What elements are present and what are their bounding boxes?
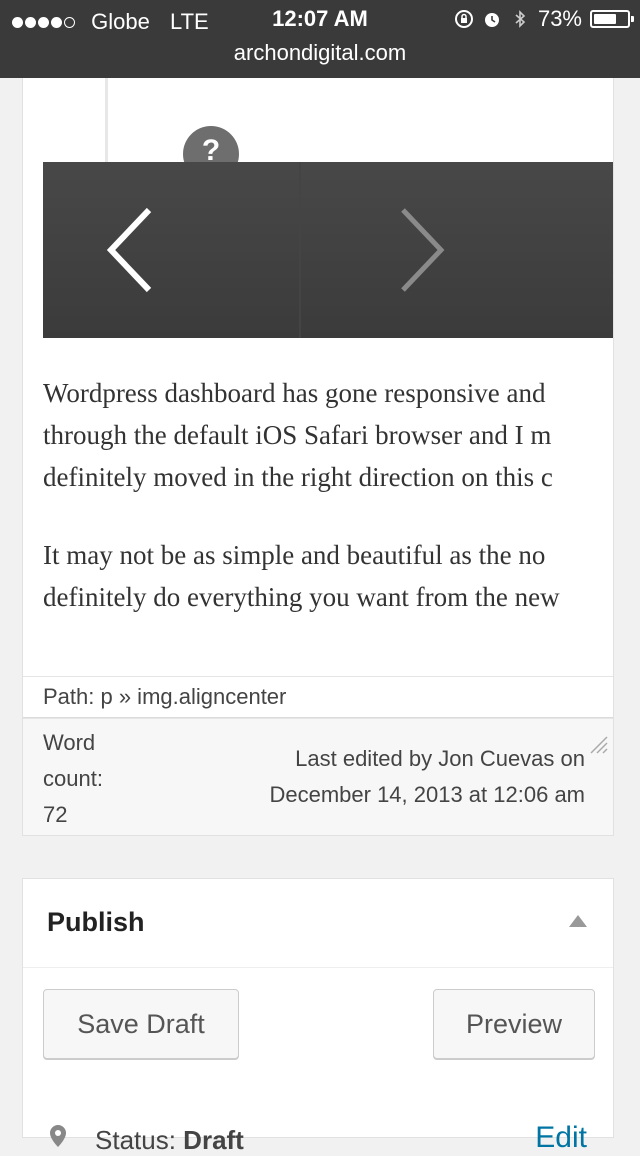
battery-percent: 73% bbox=[537, 6, 582, 31]
text-line: through the default iOS Safari browser a… bbox=[43, 420, 552, 450]
gallery-preview: ? bbox=[43, 78, 613, 182]
rotation-lock-icon bbox=[454, 10, 473, 28]
status-value: Draft bbox=[183, 1125, 244, 1155]
image-slider bbox=[43, 162, 613, 338]
divider bbox=[105, 78, 108, 162]
last-edited-date: December 14, 2013 at 12:06 am bbox=[269, 782, 585, 807]
status-icons: 73% bbox=[454, 6, 634, 32]
text-line: definitely do everything you want from t… bbox=[43, 582, 560, 612]
text-line: Wordpress dashboard has gone responsive … bbox=[43, 378, 546, 408]
chevron-right-icon[interactable] bbox=[389, 202, 449, 298]
chevron-left-icon[interactable] bbox=[103, 202, 163, 298]
pin-icon bbox=[50, 1125, 66, 1147]
publish-title: Publish bbox=[47, 907, 145, 937]
post-status-info: Word count: 72 Last edited by Jon Cuevas… bbox=[23, 718, 613, 835]
post-status-row: Status: Draft Edit bbox=[47, 1115, 607, 1155]
word-count: Word count: 72 bbox=[43, 725, 143, 833]
resize-handle-icon[interactable] bbox=[587, 733, 609, 755]
status-label-text: Status: bbox=[95, 1125, 176, 1155]
last-edited: Last edited by Jon Cuevas on December 14… bbox=[185, 741, 585, 813]
text-line: definitely moved in the right direction … bbox=[43, 462, 553, 492]
edit-status-link[interactable]: Edit bbox=[535, 1121, 587, 1155]
publish-header[interactable]: Publish bbox=[23, 879, 613, 968]
battery-icon bbox=[590, 10, 634, 28]
url-bar[interactable]: archondigital.com bbox=[0, 40, 640, 66]
last-edited-by: Last edited by Jon Cuevas on bbox=[295, 746, 585, 771]
collapse-arrow-icon[interactable] bbox=[569, 915, 587, 927]
word-count-label: Word bbox=[43, 730, 96, 755]
bluetooth-icon bbox=[515, 10, 526, 28]
element-path: Path: p » img.aligncenter bbox=[23, 676, 613, 718]
save-draft-button[interactable]: Save Draft bbox=[43, 989, 239, 1059]
paragraph: It may not be as simple and beautiful as… bbox=[43, 534, 613, 618]
word-count-value: 72 bbox=[43, 802, 68, 827]
preview-button[interactable]: Preview bbox=[433, 989, 595, 1059]
text-line: It may not be as simple and beautiful as… bbox=[43, 540, 546, 570]
post-content[interactable]: Wordpress dashboard has gone responsive … bbox=[43, 372, 613, 654]
word-count-label: count: bbox=[43, 766, 103, 791]
divider bbox=[299, 162, 301, 338]
status-row: Globe LTE 12:07 AM 73% bbox=[0, 6, 640, 36]
publish-box: Publish Save Draft Preview Status: Draft… bbox=[22, 878, 614, 1155]
ios-status-bar: Globe LTE 12:07 AM 73% archondigital.com bbox=[0, 0, 640, 78]
status-label: Status: Draft bbox=[95, 1125, 244, 1156]
alarm-icon bbox=[484, 13, 499, 27]
post-editor: ? Wordpress dashboard has gone responsiv… bbox=[22, 78, 614, 836]
paragraph: Wordpress dashboard has gone responsive … bbox=[43, 372, 613, 498]
